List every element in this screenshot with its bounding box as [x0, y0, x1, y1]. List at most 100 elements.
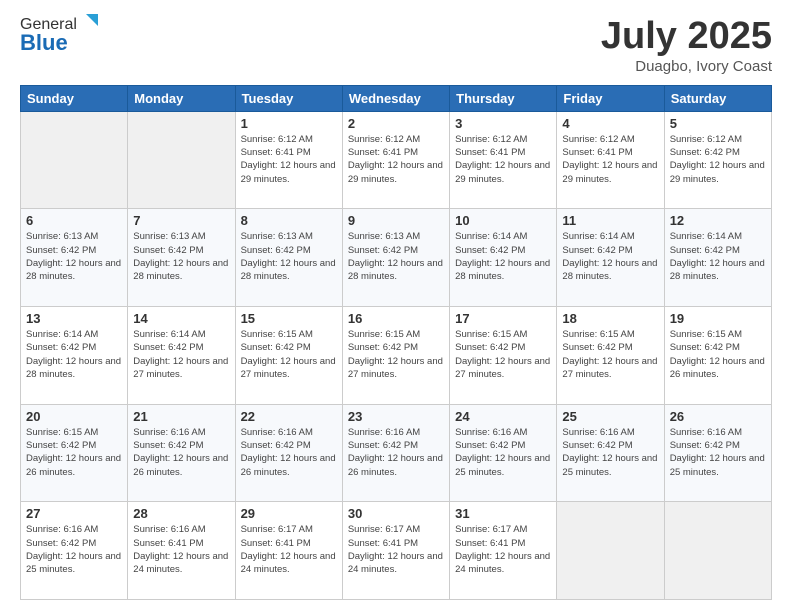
day-number: 30	[348, 506, 444, 521]
calendar-day-header: Sunday	[21, 85, 128, 111]
calendar-header-row: SundayMondayTuesdayWednesdayThursdayFrid…	[21, 85, 772, 111]
day-info: Sunrise: 6:12 AM Sunset: 6:41 PM Dayligh…	[562, 133, 658, 186]
calendar-cell: 10 Sunrise: 6:14 AM Sunset: 6:42 PM Dayli…	[450, 209, 557, 307]
page-header: General Blue July 2025 Duagbo, Ivory Coa…	[20, 16, 772, 75]
logo-icon	[78, 12, 100, 34]
calendar-title: July 2025	[601, 16, 772, 58]
day-number: 3	[455, 116, 551, 131]
calendar-cell: 7Sunrise: 6:13 AM Sunset: 6:42 PM Daylig…	[128, 209, 235, 307]
day-number: 10	[455, 213, 551, 228]
calendar-cell: 13 Sunrise: 6:14 AM Sunset: 6:42 PM Dayli…	[21, 307, 128, 405]
day-info: Sunrise: 6:15 AM Sunset: 6:42 PM Dayligh…	[241, 328, 337, 381]
day-number: 15	[241, 311, 337, 326]
calendar-cell: 27Sunrise: 6:16 AM Sunset: 6:42 PM Dayli…	[21, 502, 128, 600]
calendar-cell	[557, 502, 664, 600]
day-info: Sunrise: 6:16 AM Sunset: 6:42 PM Dayligh…	[348, 426, 444, 479]
day-info: Sunrise: 6:15 AM Sunset: 6:42 PM Dayligh…	[348, 328, 444, 381]
calendar-cell: 23 Sunrise: 6:16 AM Sunset: 6:42 PM Dayli…	[342, 404, 449, 502]
day-info: Sunrise: 6:13 AM Sunset: 6:42 PM Dayligh…	[348, 230, 444, 283]
day-info: Sunrise: 6:15 AM Sunset: 6:42 PM Dayligh…	[455, 328, 551, 381]
calendar-day-header: Friday	[557, 85, 664, 111]
calendar-cell: 6 Sunrise: 6:13 AM Sunset: 6:42 PM Daylig…	[21, 209, 128, 307]
calendar-week-row: 6 Sunrise: 6:13 AM Sunset: 6:42 PM Daylig…	[21, 209, 772, 307]
day-info: Sunrise: 6:14 AM Sunset: 6:42 PM Dayligh…	[133, 328, 229, 381]
calendar-cell	[664, 502, 771, 600]
day-info: Sunrise: 6:13 AM Sunset: 6:42 PM Dayligh…	[241, 230, 337, 283]
day-info: Sunrise: 6:15 AM Sunset: 6:42 PM Dayligh…	[670, 328, 766, 381]
day-info: Sunrise: 6:13 AM Sunset: 6:42 PM Dayligh…	[133, 230, 229, 283]
calendar-cell: 3 Sunrise: 6:12 AM Sunset: 6:41 PM Daylig…	[450, 111, 557, 209]
calendar-week-row: 13 Sunrise: 6:14 AM Sunset: 6:42 PM Dayli…	[21, 307, 772, 405]
day-number: 6	[26, 213, 122, 228]
calendar-cell: 25Sunrise: 6:16 AM Sunset: 6:42 PM Dayli…	[557, 404, 664, 502]
logo: General Blue	[20, 16, 100, 56]
day-number: 16	[348, 311, 444, 326]
calendar-cell: 28 Sunrise: 6:16 AM Sunset: 6:41 PM Dayli…	[128, 502, 235, 600]
calendar-cell: 9 Sunrise: 6:13 AM Sunset: 6:42 PM Daylig…	[342, 209, 449, 307]
day-number: 29	[241, 506, 337, 521]
day-info: Sunrise: 6:12 AM Sunset: 6:41 PM Dayligh…	[455, 133, 551, 186]
calendar-cell: 11Sunrise: 6:14 AM Sunset: 6:42 PM Dayli…	[557, 209, 664, 307]
calendar-cell: 2Sunrise: 6:12 AM Sunset: 6:41 PM Daylig…	[342, 111, 449, 209]
day-number: 14	[133, 311, 229, 326]
calendar-cell: 30 Sunrise: 6:17 AM Sunset: 6:41 PM Dayli…	[342, 502, 449, 600]
logo-blue-text: Blue	[20, 30, 68, 56]
calendar-cell	[21, 111, 128, 209]
calendar-day-header: Saturday	[664, 85, 771, 111]
day-info: Sunrise: 6:12 AM Sunset: 6:41 PM Dayligh…	[348, 133, 444, 186]
day-number: 5	[670, 116, 766, 131]
day-number: 9	[348, 213, 444, 228]
calendar-cell: 5 Sunrise: 6:12 AM Sunset: 6:42 PM Daylig…	[664, 111, 771, 209]
calendar-week-row: 1 Sunrise: 6:12 AM Sunset: 6:41 PM Daylig…	[21, 111, 772, 209]
calendar-cell: 15 Sunrise: 6:15 AM Sunset: 6:42 PM Dayli…	[235, 307, 342, 405]
day-info: Sunrise: 6:14 AM Sunset: 6:42 PM Dayligh…	[455, 230, 551, 283]
calendar-cell: 17 Sunrise: 6:15 AM Sunset: 6:42 PM Dayli…	[450, 307, 557, 405]
day-info: Sunrise: 6:13 AM Sunset: 6:42 PM Dayligh…	[26, 230, 122, 283]
calendar-cell: 16 Sunrise: 6:15 AM Sunset: 6:42 PM Dayli…	[342, 307, 449, 405]
day-info: Sunrise: 6:16 AM Sunset: 6:42 PM Dayligh…	[241, 426, 337, 479]
calendar-cell: 21 Sunrise: 6:16 AM Sunset: 6:42 PM Dayli…	[128, 404, 235, 502]
day-number: 13	[26, 311, 122, 326]
day-info: Sunrise: 6:17 AM Sunset: 6:41 PM Dayligh…	[241, 523, 337, 576]
day-number: 28	[133, 506, 229, 521]
day-number: 20	[26, 409, 122, 424]
day-info: Sunrise: 6:12 AM Sunset: 6:42 PM Dayligh…	[670, 133, 766, 186]
calendar-cell: 31Sunrise: 6:17 AM Sunset: 6:41 PM Dayli…	[450, 502, 557, 600]
calendar-cell: 20 Sunrise: 6:15 AM Sunset: 6:42 PM Dayli…	[21, 404, 128, 502]
day-info: Sunrise: 6:14 AM Sunset: 6:42 PM Dayligh…	[670, 230, 766, 283]
calendar-cell: 18Sunrise: 6:15 AM Sunset: 6:42 PM Dayli…	[557, 307, 664, 405]
calendar-cell: 8 Sunrise: 6:13 AM Sunset: 6:42 PM Daylig…	[235, 209, 342, 307]
calendar-day-header: Monday	[128, 85, 235, 111]
day-number: 23	[348, 409, 444, 424]
calendar-cell: 29 Sunrise: 6:17 AM Sunset: 6:41 PM Dayli…	[235, 502, 342, 600]
day-number: 18	[562, 311, 658, 326]
day-number: 19	[670, 311, 766, 326]
day-info: Sunrise: 6:16 AM Sunset: 6:42 PM Dayligh…	[562, 426, 658, 479]
day-number: 17	[455, 311, 551, 326]
calendar-day-header: Tuesday	[235, 85, 342, 111]
day-number: 12	[670, 213, 766, 228]
day-number: 1	[241, 116, 337, 131]
calendar-cell: 19 Sunrise: 6:15 AM Sunset: 6:42 PM Dayli…	[664, 307, 771, 405]
day-info: Sunrise: 6:16 AM Sunset: 6:41 PM Dayligh…	[133, 523, 229, 576]
calendar-cell: 14 Sunrise: 6:14 AM Sunset: 6:42 PM Dayli…	[128, 307, 235, 405]
day-number: 22	[241, 409, 337, 424]
day-number: 21	[133, 409, 229, 424]
calendar-cell: 12 Sunrise: 6:14 AM Sunset: 6:42 PM Dayli…	[664, 209, 771, 307]
calendar-cell: 24Sunrise: 6:16 AM Sunset: 6:42 PM Dayli…	[450, 404, 557, 502]
title-area: July 2025 Duagbo, Ivory Coast	[601, 16, 772, 75]
day-info: Sunrise: 6:15 AM Sunset: 6:42 PM Dayligh…	[26, 426, 122, 479]
calendar-cell	[128, 111, 235, 209]
calendar-week-row: 20 Sunrise: 6:15 AM Sunset: 6:42 PM Dayli…	[21, 404, 772, 502]
calendar-day-header: Wednesday	[342, 85, 449, 111]
day-number: 4	[562, 116, 658, 131]
day-number: 8	[241, 213, 337, 228]
calendar-week-row: 27Sunrise: 6:16 AM Sunset: 6:42 PM Dayli…	[21, 502, 772, 600]
day-info: Sunrise: 6:16 AM Sunset: 6:42 PM Dayligh…	[26, 523, 122, 576]
day-info: Sunrise: 6:16 AM Sunset: 6:42 PM Dayligh…	[133, 426, 229, 479]
day-info: Sunrise: 6:12 AM Sunset: 6:41 PM Dayligh…	[241, 133, 337, 186]
day-info: Sunrise: 6:14 AM Sunset: 6:42 PM Dayligh…	[562, 230, 658, 283]
day-info: Sunrise: 6:14 AM Sunset: 6:42 PM Dayligh…	[26, 328, 122, 381]
day-info: Sunrise: 6:16 AM Sunset: 6:42 PM Dayligh…	[455, 426, 551, 479]
day-info: Sunrise: 6:17 AM Sunset: 6:41 PM Dayligh…	[348, 523, 444, 576]
